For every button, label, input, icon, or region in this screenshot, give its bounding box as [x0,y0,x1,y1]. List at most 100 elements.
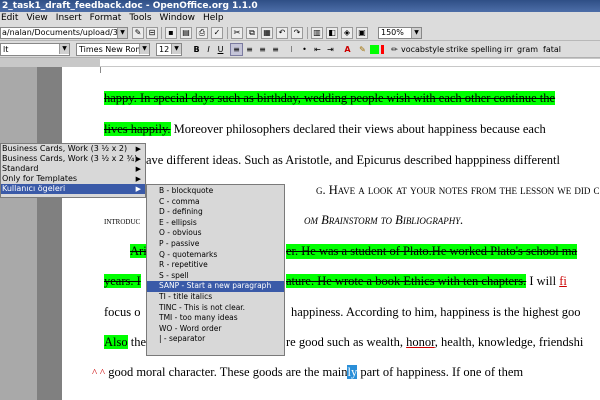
submenu-item[interactable]: P - passive [147,239,284,250]
print-icon[interactable]: ⎙ [196,27,208,39]
align-left-icon[interactable]: ≡ [230,43,243,56]
paragraph-style-box[interactable]: lt ▼ [0,43,70,56]
chevron-right-icon: ▶ [135,155,141,163]
submenu-item[interactable]: S - spell [147,271,284,282]
chevron-down-icon[interactable]: ▼ [139,44,149,54]
document-page[interactable]: happy. In special days such as birthday,… [62,67,600,400]
context-menu-item[interactable]: Business Cards, Work (3 ½ x 2 ¾) ▶ [1,154,145,164]
edit-file-icon[interactable]: ✎ [132,27,144,39]
menu-format[interactable]: Format [86,12,126,25]
doc-text: introduc [104,216,141,227]
strike-button[interactable]: strike [446,44,468,55]
pencil-icon[interactable]: ✏ [389,44,400,55]
context-menu-item[interactable]: Standard ▶ [1,164,145,174]
doc-text-highlighted: Also [104,335,128,349]
bold-icon[interactable]: B [191,44,202,55]
submenu-item[interactable]: C - comma [147,197,284,208]
undo-icon[interactable]: ↶ [276,27,288,39]
align-center-icon[interactable]: ≡ [244,44,255,55]
context-menu-item[interactable]: Only for Templates ▶ [1,174,145,184]
context-menu-item-active[interactable]: Kullanıcı ögeleri ▶ [1,184,145,194]
menu-help[interactable]: Help [199,12,228,25]
submenu-item[interactable]: TMI - too many ideas [147,313,284,324]
font-color-icon[interactable]: A [342,44,353,55]
doc-line-8: focus o happiness. According to him, happ… [104,305,581,320]
chevron-down-icon[interactable]: ▼ [59,44,69,54]
submenu-item[interactable]: WO - Word order [147,324,284,335]
align-right-icon[interactable]: ≡ [257,44,268,55]
doc-text-highlighted: Ari [130,244,147,258]
context-menu-item[interactable]: Business Cards, Work (3 ½ x 2) ▶ [1,144,145,154]
menu-tools[interactable]: Tools [125,12,155,25]
insert-object-icon[interactable]: ◧ [326,27,338,39]
italic-icon[interactable]: I [203,44,214,55]
doc-text: Moreover philosophers declared their vie… [170,122,546,136]
context-menu-item-label: Standard [2,164,39,173]
vocab-button[interactable]: vocab [401,44,425,55]
highlight-swatch-icon[interactable] [370,45,379,54]
bullets-icon[interactable]: • [299,44,310,55]
chevron-down-icon[interactable]: ▼ [171,44,181,54]
submenu-item-active[interactable]: SANP - Start a new paragraph [147,281,284,292]
doc-text: re good such as wealth, [286,335,407,349]
menu-edit[interactable]: Edit [0,12,22,25]
export-pdf-icon[interactable]: ▤ [180,27,192,39]
ruler-text-area [100,59,600,66]
font-size-box[interactable]: 12 ▼ [156,43,182,56]
table-icon[interactable]: ▥ [311,27,323,39]
highlighting-icon[interactable]: ✎ [357,44,368,55]
context-menu-item-label: Business Cards, Work (3 ½ x 2) [2,144,128,153]
gram-button[interactable]: gram [517,44,538,55]
submenu-item[interactable]: TI - title italics [147,292,284,303]
doc-line-4: g. Have a look at your notes from the le… [316,183,600,198]
chevron-right-icon: ▶ [135,165,141,173]
increase-indent-icon[interactable]: ⇥ [325,44,336,55]
cut-icon[interactable]: ✂ [231,27,243,39]
context-menu-item-label: Kullanıcı ögeleri [2,184,66,193]
submenu-item[interactable]: TINC - This is not clear. [147,303,284,314]
chevron-down-icon[interactable]: ▼ [411,28,421,38]
justify-icon[interactable]: ≡ [270,44,281,55]
menu-insert[interactable]: Insert [52,12,86,25]
url-field[interactable]: a/nalan/Documents/upload/3halime/102_ta▼ [0,27,128,39]
irr-button[interactable]: irr [504,44,513,55]
submenu-item[interactable]: D - defining [147,207,284,218]
save-icon[interactable]: ▪ [165,27,177,39]
doc-text-highlighted: happy. In special days such as birthday,… [104,91,556,105]
red-marker-icon[interactable] [381,45,384,54]
numbering-icon[interactable]: ⁝ [286,44,297,55]
paste-icon[interactable]: ▦ [261,27,273,39]
doc-line-6: Ari er. He was a student of Plato.He work… [130,244,578,259]
decrease-indent-icon[interactable]: ⇤ [312,44,323,55]
submenu-item[interactable]: O - obvious [147,228,284,239]
submenu-item[interactable]: E - ellipsis [147,218,284,229]
doc-text: happiness. According to him, happiness i… [291,305,581,319]
format-toolbar: lt ▼ Times New Roman ▼ 12 ▼ B I U ≡ ≡ ≡ ≡ ⁝… [0,41,600,58]
submenu-item[interactable]: | - separator [147,334,284,345]
navigator-icon[interactable]: ◈ [341,27,353,39]
menu-window[interactable]: Window [156,12,200,25]
horizontal-ruler [0,58,600,67]
copy-icon[interactable]: ⧉ [246,27,258,39]
doc-line-1: happy. In special days such as birthday,… [104,91,556,106]
doc-text: part of happiness. If one of them [357,365,524,379]
submenu-item[interactable]: Q - quotemarks [147,250,284,261]
spelling-button[interactable]: spelling [471,44,502,55]
underline-icon[interactable]: U [215,44,226,55]
chevron-down-icon[interactable]: ▼ [117,28,127,38]
fatal-button[interactable]: fatal [543,44,561,55]
submenu-item[interactable]: B - blockquote [147,186,284,197]
style-button[interactable]: style [425,44,444,55]
menu-view[interactable]: View [22,12,51,25]
spellcheck-icon[interactable]: ✓ [211,27,223,39]
zoom-box[interactable]: 150% ▼ [378,27,422,39]
doc-text-highlighted: ature. He wrote a book Ethics with ten c… [286,274,527,288]
font-name-box[interactable]: Times New Roman ▼ [76,43,150,56]
submenu-item[interactable]: R - repetitive [147,260,284,271]
doc-line-9: Also the re good such as wealth, honor, h… [104,335,583,350]
url-text: a/nalan/Documents/upload/3halime/102_ta [2,28,128,37]
doc-text: I will [526,274,560,288]
link-icon[interactable]: ⊟ [146,27,158,39]
gallery-icon[interactable]: ▣ [356,27,368,39]
redo-icon[interactable]: ↷ [291,27,303,39]
